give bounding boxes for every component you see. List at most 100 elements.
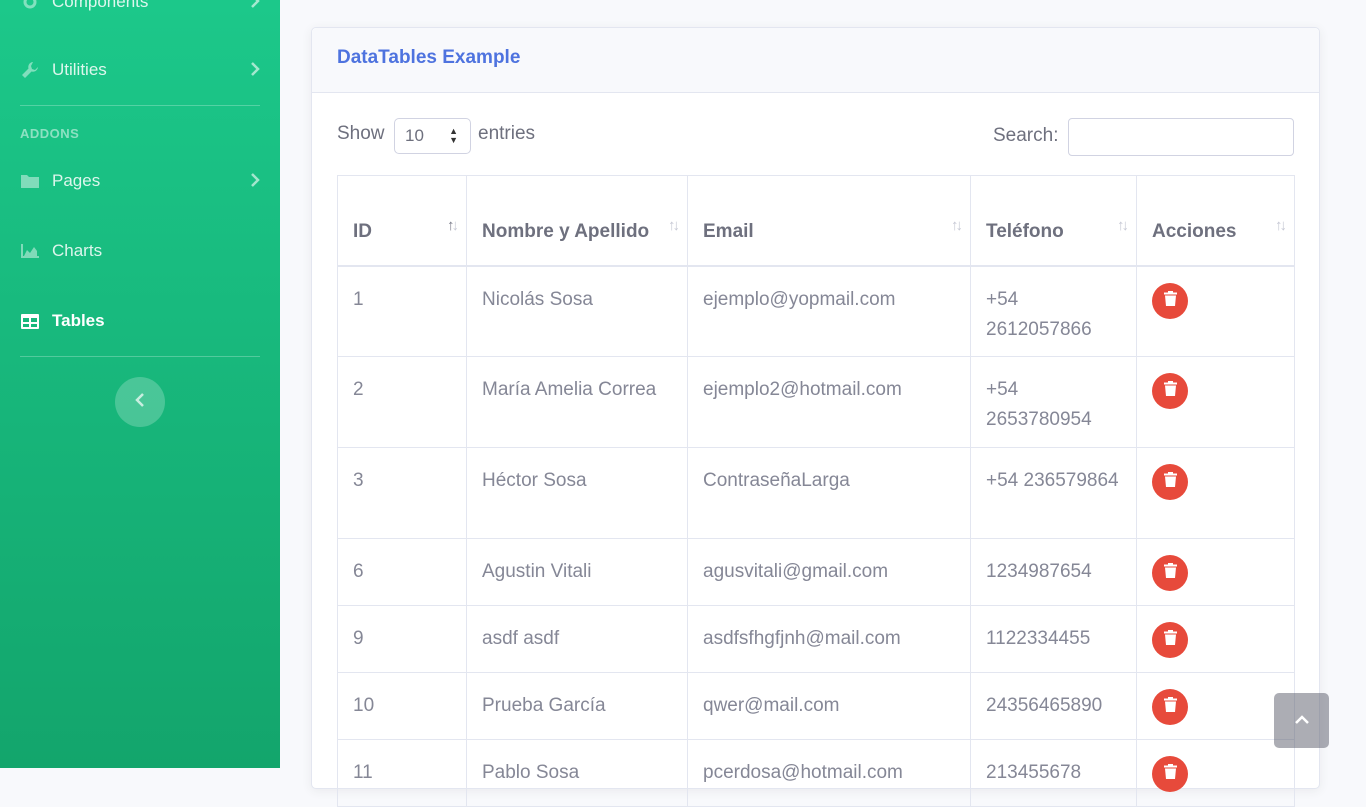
delete-button[interactable] bbox=[1152, 689, 1188, 725]
trash-icon bbox=[1163, 692, 1177, 722]
cell-phone: 213455678 bbox=[970, 739, 1137, 807]
cell-actions bbox=[1136, 265, 1295, 357]
trash-icon bbox=[1163, 286, 1177, 316]
column-header-label: Nombre y Apellido bbox=[482, 220, 650, 242]
cell-name: Héctor Sosa bbox=[466, 447, 688, 539]
table-row: 6 Agustin Vitali agusvitali@gmail.com 12… bbox=[337, 538, 1295, 606]
cell-id: 6 bbox=[337, 538, 467, 606]
sidebar-item-components[interactable]: Components bbox=[20, 0, 260, 17]
chevron-left-icon bbox=[135, 392, 145, 412]
cell-email: ejemplo@yopmail.com bbox=[687, 265, 971, 357]
scroll-to-top-button[interactable] bbox=[1274, 693, 1329, 748]
gear-icon bbox=[20, 0, 40, 12]
cell-phone: +54 2653780954 bbox=[970, 356, 1137, 448]
table-row: 2 María Amelia Correa ejemplo2@hotmail.c… bbox=[337, 356, 1295, 448]
trash-icon bbox=[1163, 625, 1177, 655]
sort-icon: ↑↓ bbox=[447, 216, 459, 234]
trash-icon bbox=[1163, 759, 1177, 789]
trash-icon bbox=[1163, 376, 1177, 406]
trash-icon bbox=[1163, 558, 1177, 588]
cell-phone: 24356465890 bbox=[970, 672, 1137, 740]
card-title: DataTables Example bbox=[337, 47, 521, 68]
trash-icon bbox=[1163, 467, 1177, 497]
sort-icon: ↑↓ bbox=[1117, 216, 1129, 234]
chart-area-icon bbox=[20, 241, 40, 261]
column-header-label: Acciones bbox=[1152, 220, 1237, 242]
table-row: 3 Héctor Sosa ContraseñaLarga +54 236579… bbox=[337, 447, 1295, 539]
cell-email: pcerdosa@hotmail.com bbox=[687, 739, 971, 807]
sidebar-divider bbox=[20, 105, 260, 106]
cell-phone: +54 2612057866 bbox=[970, 265, 1137, 357]
cell-id: 3 bbox=[337, 447, 467, 539]
table-row: 10 Prueba García qwer@mail.com 243564658… bbox=[337, 672, 1295, 740]
sort-icon: ↑↓ bbox=[1275, 216, 1287, 234]
delete-button[interactable] bbox=[1152, 282, 1188, 319]
sidebar: Components Utilities ADDONS Pages Charts bbox=[0, 0, 280, 768]
entries-select-value: 10 bbox=[405, 126, 424, 145]
cell-actions bbox=[1136, 605, 1295, 673]
column-header-name[interactable]: Nombre y Apellido ↑↓ bbox=[466, 175, 688, 267]
cell-name: María Amelia Correa bbox=[466, 356, 688, 448]
cell-phone: 1122334455 bbox=[970, 605, 1137, 673]
cell-name: Pablo Sosa bbox=[466, 739, 688, 807]
sort-icon: ↑↓ bbox=[951, 216, 963, 234]
chevron-right-icon bbox=[250, 172, 260, 192]
column-header-label: ID bbox=[353, 220, 372, 242]
search-label: Search: bbox=[993, 125, 1059, 146]
sidebar-item-label: Pages bbox=[52, 171, 101, 190]
cell-id: 1 bbox=[337, 265, 467, 357]
column-header-email[interactable]: Email ↑↓ bbox=[687, 175, 971, 267]
delete-button[interactable] bbox=[1152, 622, 1188, 658]
column-header-label: Teléfono bbox=[986, 220, 1064, 242]
cell-id: 11 bbox=[337, 739, 467, 807]
cell-phone: 1234987654 bbox=[970, 538, 1137, 606]
sidebar-item-label: Tables bbox=[52, 311, 105, 330]
cell-email: ejemplo2@hotmail.com bbox=[687, 356, 971, 448]
card-header: DataTables Example bbox=[312, 28, 1319, 93]
cell-actions bbox=[1136, 356, 1295, 448]
cell-id: 2 bbox=[337, 356, 467, 448]
entries-select[interactable]: 10 ▲ ▼ bbox=[394, 118, 471, 154]
sidebar-item-charts[interactable]: Charts bbox=[20, 236, 260, 266]
table-row: 1 Nicolás Sosa ejemplo@yopmail.com +54 2… bbox=[337, 265, 1295, 357]
table-header-row: ID ↑↓ Nombre y Apellido ↑↓ Email ↑↓ Teléfon… bbox=[337, 175, 1295, 267]
delete-button[interactable] bbox=[1152, 373, 1188, 409]
cell-email: ContraseñaLarga bbox=[687, 447, 971, 539]
cell-actions bbox=[1136, 739, 1295, 807]
sidebar-item-utilities[interactable]: Utilities bbox=[20, 55, 260, 85]
sidebar-heading: ADDONS bbox=[20, 126, 80, 141]
sidebar-item-label: Components bbox=[52, 0, 149, 11]
folder-icon bbox=[20, 171, 40, 191]
cell-id: 9 bbox=[337, 605, 467, 673]
cell-actions bbox=[1136, 672, 1295, 740]
table-row: 9 asdf asdf asdfsfhgfjnh@mail.com 112233… bbox=[337, 605, 1295, 673]
sidebar-divider bbox=[20, 356, 260, 357]
chevron-right-icon bbox=[250, 0, 260, 13]
search-input[interactable] bbox=[1068, 118, 1294, 156]
cell-email: qwer@mail.com bbox=[687, 672, 971, 740]
show-label: Show bbox=[337, 123, 385, 144]
datatable-card: DataTables Example Show 10 ▲ ▼ entries Se… bbox=[311, 27, 1320, 807]
cell-actions bbox=[1136, 447, 1295, 539]
select-arrows-icon: ▲ ▼ bbox=[449, 126, 458, 145]
cell-name: Prueba García bbox=[466, 672, 688, 740]
sidebar-item-tables[interactable]: Tables bbox=[20, 306, 260, 336]
sidebar-toggle-button[interactable] bbox=[115, 377, 165, 427]
column-header-phone[interactable]: Teléfono ↑↓ bbox=[970, 175, 1137, 267]
delete-button[interactable] bbox=[1152, 464, 1188, 500]
cell-name: asdf asdf bbox=[466, 605, 688, 673]
cell-name: Agustin Vitali bbox=[466, 538, 688, 606]
entries-label: entries bbox=[478, 123, 536, 144]
column-header-actions[interactable]: Acciones ↑↓ bbox=[1136, 175, 1295, 267]
delete-button[interactable] bbox=[1152, 756, 1188, 792]
sidebar-item-pages[interactable]: Pages bbox=[20, 166, 260, 196]
column-header-id[interactable]: ID ↑↓ bbox=[337, 175, 467, 267]
delete-button[interactable] bbox=[1152, 555, 1188, 591]
table-icon bbox=[20, 311, 40, 331]
cell-email: agusvitali@gmail.com bbox=[687, 538, 971, 606]
wrench-icon bbox=[20, 60, 40, 80]
cell-id: 10 bbox=[337, 672, 467, 740]
column-header-label: Email bbox=[703, 220, 754, 242]
sidebar-item-label: Utilities bbox=[52, 60, 107, 79]
sidebar-item-label: Charts bbox=[52, 241, 103, 260]
